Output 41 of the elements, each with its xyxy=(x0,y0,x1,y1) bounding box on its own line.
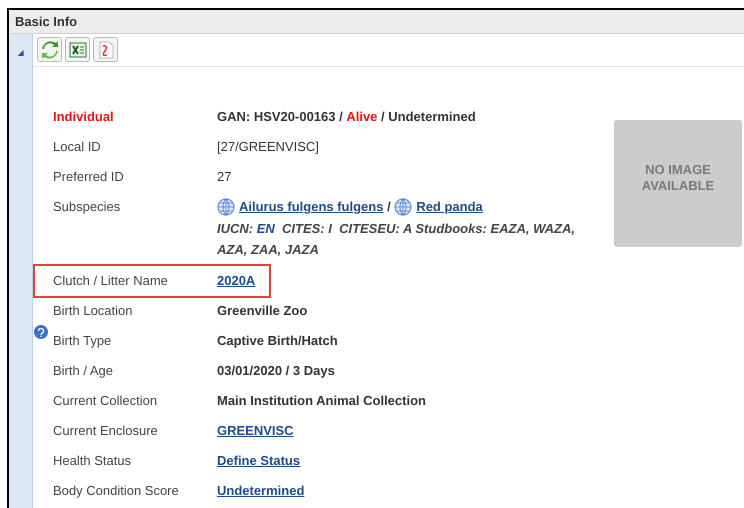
field-label: Current Enclosure xyxy=(53,422,159,440)
value-link[interactable]: 2020A xyxy=(217,272,256,290)
field-value: 27 xyxy=(217,168,232,186)
field-label: Health Status xyxy=(53,452,132,470)
field-label: Birth / Age xyxy=(53,362,114,380)
field-label: Individual xyxy=(53,108,115,126)
field-value: Captive Birth/Hatch xyxy=(217,332,338,350)
field-label: Subspecies xyxy=(53,198,122,216)
field-label: Local ID xyxy=(53,138,102,156)
spreadsheet-button[interactable] xyxy=(65,37,90,62)
collapse-toggle[interactable]: ◢ xyxy=(18,48,24,58)
field-label: Current Collection xyxy=(53,392,158,410)
help-icon[interactable] xyxy=(34,325,48,339)
field-value: [27/GREENVISC] xyxy=(217,138,319,156)
globe-icon xyxy=(217,198,235,216)
field-value: / Undetermined xyxy=(380,108,476,126)
field-value: / xyxy=(338,108,344,126)
field-value: Greenville Zoo xyxy=(217,302,308,320)
field-value: 03/01/2020 / 3 Days xyxy=(217,362,335,380)
field-value: / xyxy=(386,198,392,216)
field-value: Main Institution Animal Collection xyxy=(217,392,426,410)
no-image-label: NO IMAGE AVAILABLE xyxy=(640,162,716,195)
status-text: Alive xyxy=(346,108,378,126)
field-label: Clutch / Litter Name xyxy=(53,272,169,290)
taxon-link[interactable]: Red panda xyxy=(416,198,483,216)
field-label: Preferred ID xyxy=(53,168,125,186)
taxon-link[interactable]: Ailurus fulgens fulgens xyxy=(239,198,384,216)
spreadsheet-icon xyxy=(68,40,88,60)
panel-title: Basic Info xyxy=(15,12,78,31)
value-link[interactable]: Undetermined xyxy=(217,482,304,500)
refresh-icon xyxy=(40,40,60,60)
value-link[interactable]: GREENVISC xyxy=(217,422,294,440)
refresh-button[interactable] xyxy=(37,37,62,62)
document-button[interactable] xyxy=(93,37,118,62)
field-label: Birth Location xyxy=(53,302,134,320)
globe-icon xyxy=(394,198,412,216)
field-label: Body Condition Score xyxy=(53,482,180,500)
value-link[interactable]: Define Status xyxy=(217,452,300,470)
conservation-status: IUCN: EN CITES: I CITESEU: A Studbooks: EAZA, WAZA, AZA, ZAA, JAZA xyxy=(217,220,576,259)
field-value: GAN: HSV20-00163 xyxy=(217,108,336,126)
field-label: Birth Type xyxy=(53,332,112,350)
